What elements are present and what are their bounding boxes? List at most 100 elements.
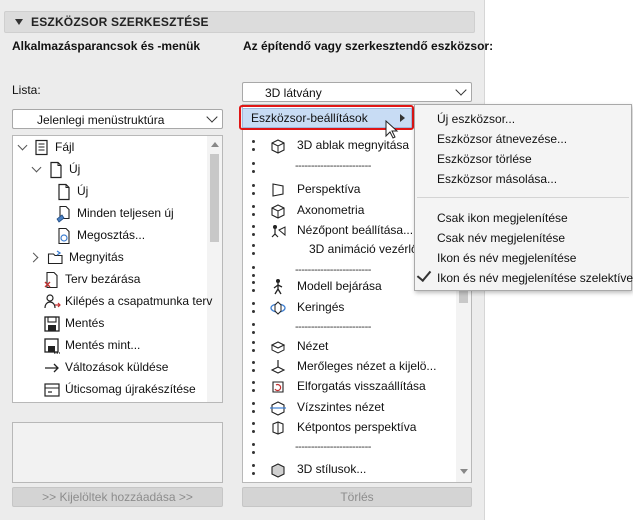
cube-icon [271,139,285,154]
drag-handle-icon[interactable] [251,205,256,217]
save-icon [44,316,60,332]
drag-handle-icon[interactable] [251,281,256,293]
toolbar-item-label: Keringés [297,300,345,314]
document-icon [35,139,48,156]
command-tree[interactable]: Fájl Új Új Minden teljesen új Megosztás.… [12,135,223,403]
close-plan-icon [44,271,58,289]
drag-handle-icon[interactable] [251,464,256,476]
reset-rotation-icon [272,381,284,393]
view-icon [270,341,286,354]
tree-item-label: Új [77,184,89,198]
toolbar-item-label: Nézet [297,339,329,353]
toolbar-item-label: Vízszintes nézet [297,400,385,414]
mouse-cursor-icon [385,120,399,139]
add-selected-button[interactable]: >> Kijelöltek hozzáadása >> [12,487,223,507]
axonometry-icon [271,204,285,219]
toolbar-list-item[interactable]: Nézet [243,336,453,358]
drag-handle-icon[interactable] [251,402,256,414]
two-point-perspective-icon [272,421,284,435]
separator-line: ------------------------ [295,321,371,333]
list-dropdown[interactable]: Jelenlegi menüstruktúra [12,109,223,129]
toolbar-list-item[interactable]: Kétpontos perspektíva [243,417,453,439]
toolbar-item-label: Kétpontos perspektíva [297,420,417,434]
checkmark-icon [416,266,432,283]
new-file-icon [58,183,70,201]
toolbar-settings-menu[interactable]: Új eszközsor... Eszközsor átnevezése... … [414,104,633,291]
panel-header[interactable]: ESZKÖZSOR SZERKESZTÉSE [4,11,475,33]
menu-item-rename-toolbar[interactable]: Eszközsor átnevezése... [437,132,567,146]
drag-handle-icon[interactable] [251,225,256,237]
chevron-down-icon [455,84,467,96]
scroll-down-icon[interactable] [460,469,468,474]
expand-closed-icon[interactable] [28,252,39,263]
toolbar-list-item[interactable]: Vízszintes nézet [243,397,453,419]
toolbar-list-scrollbar-thumb[interactable] [459,289,468,303]
open-folder-icon [47,250,63,265]
drag-handle-icon[interactable] [251,361,256,373]
tree-item-label: Úticsomag újrakészítése [65,382,196,396]
styles-icon [271,463,285,478]
collapse-triangle-icon[interactable] [15,19,23,25]
drag-handle-icon[interactable] [251,244,256,256]
menu-item-new-toolbar[interactable]: Új eszközsor... [437,112,515,126]
description-box [12,422,223,483]
list-label: Lista: [12,83,41,97]
toolbar-dropdown-value: 3D látvány [265,86,322,100]
separator-line: ------------------------ [295,441,371,453]
menu-item-copy-toolbar[interactable]: Eszközsor másolása... [437,172,557,186]
drag-handle-icon[interactable] [251,323,256,335]
drag-handle-icon[interactable] [251,443,256,455]
tree-scrollbar[interactable] [207,136,222,402]
tree-item-label: Mentés mint... [65,338,141,352]
expand-open-icon[interactable] [17,140,28,151]
scroll-up-icon[interactable] [211,142,219,147]
new-file-icon [50,161,62,179]
toolbar-list-item[interactable]: 3D stílusok... [243,459,453,481]
menu-item-icon-and-name-selective[interactable]: Ikon és név megjelenítése szelektíven [437,271,633,285]
separator-line: ------------------------ [295,160,371,172]
toolbar-item-label: Elforgatás visszaállítása [297,379,426,393]
menu-separator [417,197,629,198]
drag-handle-icon[interactable] [251,140,256,152]
toolbar-list-item[interactable]: Keringés [243,297,453,319]
drag-handle-icon[interactable] [251,162,256,174]
send-changes-icon [45,363,59,373]
toolbar-list-item[interactable]: Merőleges nézet a kijelö... [243,356,453,378]
toolbar-item-label: 3D animáció vezérlői [309,242,421,256]
perpendicular-view-icon [270,360,286,374]
drag-handle-icon[interactable] [251,184,256,196]
expand-open-icon[interactable] [31,162,42,173]
menu-item-icon-only[interactable]: Csak ikon megjelenítése [437,211,568,225]
horizontal-view-icon [270,401,286,416]
menu-item-icon-and-name[interactable]: Ikon és név megjelenítése [437,251,576,265]
drag-handle-icon[interactable] [251,302,256,314]
tree-item-label: Minden teljesen új [77,206,174,220]
tree-item-label: Fájl [55,140,75,154]
right-heading: Az építendő vagy szerkesztendő eszközsor… [243,39,494,53]
orbit-icon [270,301,286,315]
toolbar-separator[interactable]: ------------------------ [243,438,453,460]
toolbar-list-item[interactable]: Elforgatás visszaállítása [243,376,453,398]
tree-scrollbar-thumb[interactable] [210,154,219,242]
toolbar-item-label: 3D ablak megnyitása [297,138,410,152]
drag-handle-icon[interactable] [251,422,256,434]
tree-item-label: Új [69,162,81,176]
perspective-icon [272,183,284,197]
tree-item-label: Mentés [65,316,105,330]
drag-handle-icon[interactable] [251,341,256,353]
separator-line: ------------------------ [295,264,371,276]
toolbar-item-label: Axonometria [297,203,365,217]
tree-item-label: Változások küldése [65,360,169,374]
panel-title: ESZKÖZSOR SZERKESZTÉSE [31,15,209,29]
menu-item-delete-toolbar[interactable]: Eszközsor törlése [437,152,532,166]
reset-new-icon [56,205,70,223]
tree-item-label: Megosztás... [77,228,146,242]
drag-handle-icon[interactable] [251,381,256,393]
delete-button[interactable]: Törlés [242,487,472,507]
tree-item-label: Megnyitás [69,250,124,264]
toolbar-dropdown[interactable]: 3D látvány [242,82,472,102]
package-icon [44,383,60,397]
chevron-down-icon [206,111,218,123]
walk-icon [273,279,283,295]
menu-item-name-only[interactable]: Csak név megjelenítése [437,231,565,245]
